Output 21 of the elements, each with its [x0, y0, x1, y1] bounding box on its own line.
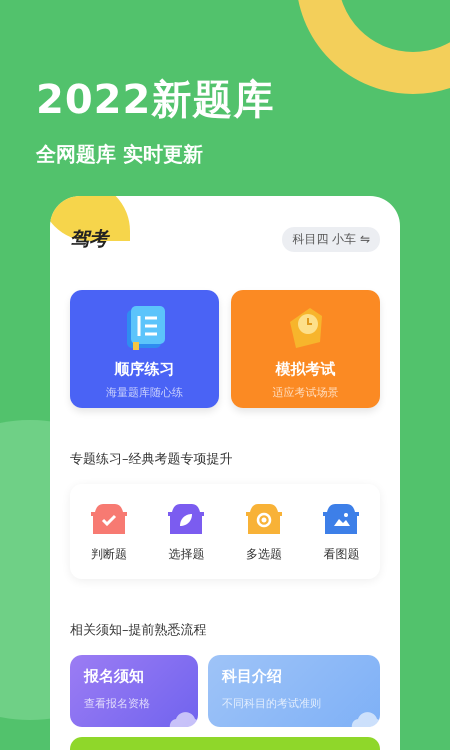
card-caption: 查看报名资格: [84, 696, 151, 711]
subject-picker[interactable]: 科目四 小车 ⇋: [282, 226, 380, 252]
section-title: 专题练习–经典考题专项提升: [70, 451, 234, 468]
card-caption: 适应考试场景: [272, 385, 338, 400]
card-title: 顺序练习: [114, 360, 174, 379]
practice-card[interactable]: 顺序练习 海量题库随心练: [70, 290, 219, 408]
card-title: 模拟考试: [276, 360, 336, 379]
topic-label[interactable]: 判断题: [90, 546, 127, 563]
card-caption: 不同科目的考试准则: [222, 696, 322, 711]
topic-label[interactable]: 多选题: [246, 546, 282, 563]
card-title: 报名须知: [84, 667, 145, 686]
card-title: 科目介绍: [222, 667, 283, 686]
topic-label[interactable]: 看图题: [323, 546, 360, 563]
info-card[interactable]: 报名须知 查看报名资格: [70, 655, 198, 727]
card-caption: 海量题库随心练: [106, 385, 183, 400]
topic-label[interactable]: 选择题: [168, 546, 204, 563]
cloud-icon: [168, 709, 198, 727]
headline: 2022新题库: [36, 76, 276, 125]
cloud-icon: [350, 709, 380, 727]
subtitle: 全网题库 实时更新: [36, 141, 204, 168]
section-title: 相关须知–提前熟悉流程: [70, 622, 208, 639]
